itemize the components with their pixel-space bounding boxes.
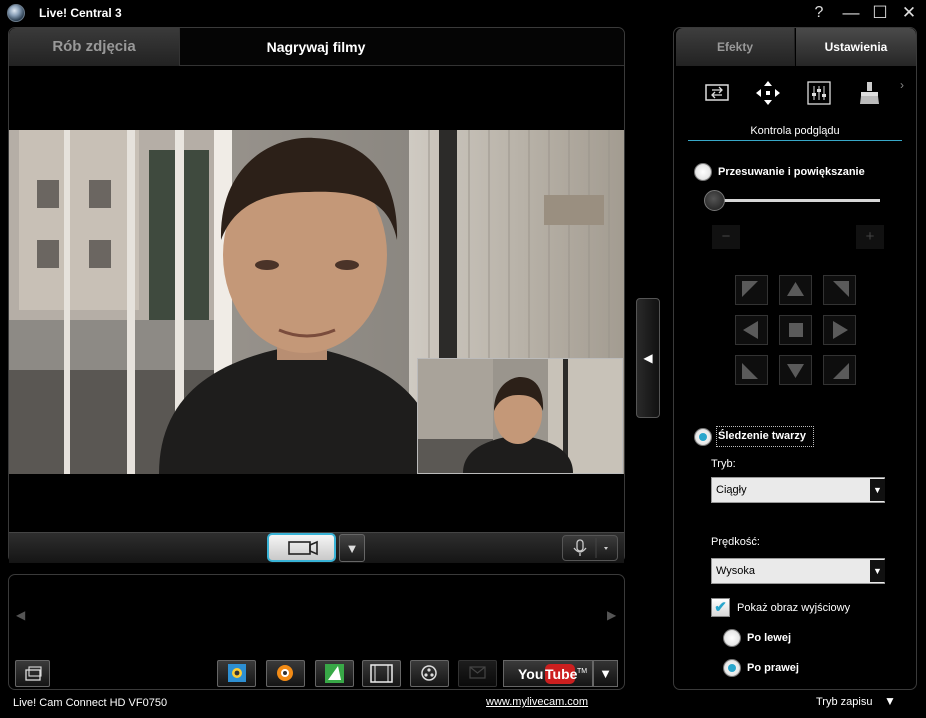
move-arrows-icon bbox=[756, 81, 780, 105]
record-button[interactable] bbox=[267, 533, 336, 562]
sliders-icon bbox=[807, 81, 831, 105]
film-strip-button[interactable] bbox=[362, 660, 401, 687]
speed-label: Prędkość: bbox=[711, 536, 760, 548]
effects-app-icon bbox=[325, 664, 344, 683]
photo-app-icon bbox=[228, 664, 246, 682]
pan-right-button[interactable] bbox=[823, 315, 856, 345]
zoom-slider-track[interactable] bbox=[713, 199, 880, 202]
brush-icon bbox=[860, 82, 879, 104]
website-link[interactable]: www.mylivecam.com bbox=[486, 696, 588, 708]
pan-center-button[interactable] bbox=[779, 315, 812, 345]
tab-take-photos[interactable]: Rób zdjęcia bbox=[9, 28, 180, 66]
pan-tool[interactable] bbox=[755, 80, 781, 106]
mode-dropdown-arrow[interactable]: ▼ bbox=[870, 479, 885, 501]
cleanup-tool[interactable] bbox=[856, 80, 882, 106]
face-tracking-label: Śledzenie twarzy bbox=[718, 430, 807, 442]
film-strip-icon bbox=[370, 664, 393, 683]
pan-up-left-button[interactable] bbox=[735, 275, 768, 305]
youtube-upload-button[interactable]: You Tube TM bbox=[503, 660, 593, 687]
capture-mode-label[interactable]: Tryb zapisu bbox=[816, 696, 872, 708]
gallery-prev-button[interactable]: ◀ bbox=[16, 608, 25, 622]
gallery-next-button[interactable]: ▶ bbox=[607, 608, 616, 622]
open-folder-button[interactable] bbox=[15, 660, 50, 687]
pan-left-button[interactable] bbox=[735, 315, 768, 345]
mode-select[interactable]: Ciągły bbox=[711, 477, 885, 503]
envelope-icon bbox=[469, 666, 486, 679]
mode-tabs: Rób zdjęcia Nagrywaj filmy bbox=[9, 28, 624, 66]
close-button[interactable]: ✕ bbox=[898, 2, 920, 24]
center-square-icon bbox=[789, 323, 803, 337]
zoom-out-button[interactable]: − bbox=[712, 225, 740, 249]
video-camera-icon bbox=[288, 540, 318, 556]
arrow-up-left-icon bbox=[742, 281, 758, 297]
pan-zoom-radio[interactable] bbox=[694, 163, 712, 181]
movie-reel-button[interactable] bbox=[410, 660, 449, 687]
tab-settings[interactable]: Ustawienia bbox=[796, 28, 916, 66]
microphone-icon bbox=[573, 538, 608, 558]
speed-select-value: Wysoka bbox=[716, 565, 756, 577]
tab-record-video[interactable]: Nagrywaj filmy bbox=[181, 28, 451, 66]
speed-select[interactable]: Wysoka bbox=[711, 558, 885, 584]
screen-swap-icon bbox=[705, 84, 729, 101]
youtube-logo-you: You bbox=[518, 666, 544, 682]
help-button[interactable]: ? bbox=[808, 2, 830, 24]
youtube-tm: TM bbox=[577, 668, 588, 675]
arrow-right-icon bbox=[833, 321, 848, 339]
microphone-button[interactable] bbox=[562, 535, 618, 561]
pan-down-right-button[interactable] bbox=[823, 355, 856, 385]
youtube-logo-tube: Tube bbox=[545, 664, 578, 684]
media-player-button[interactable] bbox=[266, 660, 305, 687]
output-preview-pip bbox=[417, 358, 623, 474]
mode-label: Tryb: bbox=[711, 458, 736, 470]
device-name: Live! Cam Connect HD VF0750 bbox=[13, 697, 168, 709]
show-output-checkbox[interactable]: ✔ bbox=[711, 598, 730, 617]
arrow-down-right-icon bbox=[833, 363, 849, 379]
position-left-radio[interactable] bbox=[723, 629, 741, 647]
pip-frame-image bbox=[418, 359, 622, 473]
pan-up-button[interactable] bbox=[779, 275, 812, 305]
movie-reel-icon bbox=[421, 665, 437, 681]
arrow-down-icon bbox=[787, 364, 804, 378]
adjustments-tool[interactable] bbox=[806, 80, 832, 106]
photo-editor-button[interactable] bbox=[217, 660, 256, 687]
pan-zoom-label: Przesuwanie i powiększanie bbox=[718, 166, 865, 178]
app-logo-icon bbox=[7, 4, 25, 22]
zoom-slider-thumb[interactable] bbox=[704, 190, 725, 211]
preview-control-tool[interactable] bbox=[704, 80, 730, 106]
minimize-button[interactable]: — bbox=[840, 2, 862, 24]
pan-up-right-button[interactable] bbox=[823, 275, 856, 305]
window-title: Live! Central 3 bbox=[39, 6, 122, 20]
arrow-down-left-icon bbox=[742, 363, 758, 379]
media-player-icon bbox=[277, 665, 293, 681]
email-button[interactable] bbox=[458, 660, 497, 687]
pan-down-button[interactable] bbox=[779, 355, 812, 385]
maximize-button[interactable]: ☐ bbox=[869, 2, 891, 24]
record-options-dropdown[interactable]: ▼ bbox=[339, 534, 365, 562]
collapse-panel-button[interactable]: ◀ bbox=[636, 298, 660, 418]
mode-select-value: Ciągły bbox=[716, 484, 747, 496]
arrow-up-right-icon bbox=[833, 281, 849, 297]
speed-dropdown-arrow[interactable]: ▼ bbox=[870, 560, 885, 582]
folder-icon bbox=[25, 666, 42, 681]
video-effects-button[interactable] bbox=[315, 660, 354, 687]
arrow-up-icon bbox=[787, 282, 804, 296]
title-bar bbox=[0, 0, 926, 26]
show-output-label: Pokaż obraz wyjściowy bbox=[737, 602, 851, 614]
section-title: Kontrola podglądu bbox=[688, 125, 902, 141]
position-right-radio[interactable] bbox=[723, 659, 741, 677]
more-tools-arrow[interactable]: › bbox=[900, 78, 904, 92]
arrow-left-icon bbox=[743, 321, 758, 339]
share-dropdown[interactable]: ▼ bbox=[593, 660, 618, 687]
zoom-in-button[interactable]: + bbox=[856, 225, 884, 249]
capture-mode-dropdown[interactable]: ▼ bbox=[884, 694, 896, 708]
position-left-label: Po lewej bbox=[747, 632, 792, 644]
face-tracking-radio[interactable] bbox=[694, 428, 712, 446]
tab-effects[interactable]: Efekty bbox=[676, 28, 795, 66]
pan-down-left-button[interactable] bbox=[735, 355, 768, 385]
position-right-label: Po prawej bbox=[747, 662, 799, 674]
